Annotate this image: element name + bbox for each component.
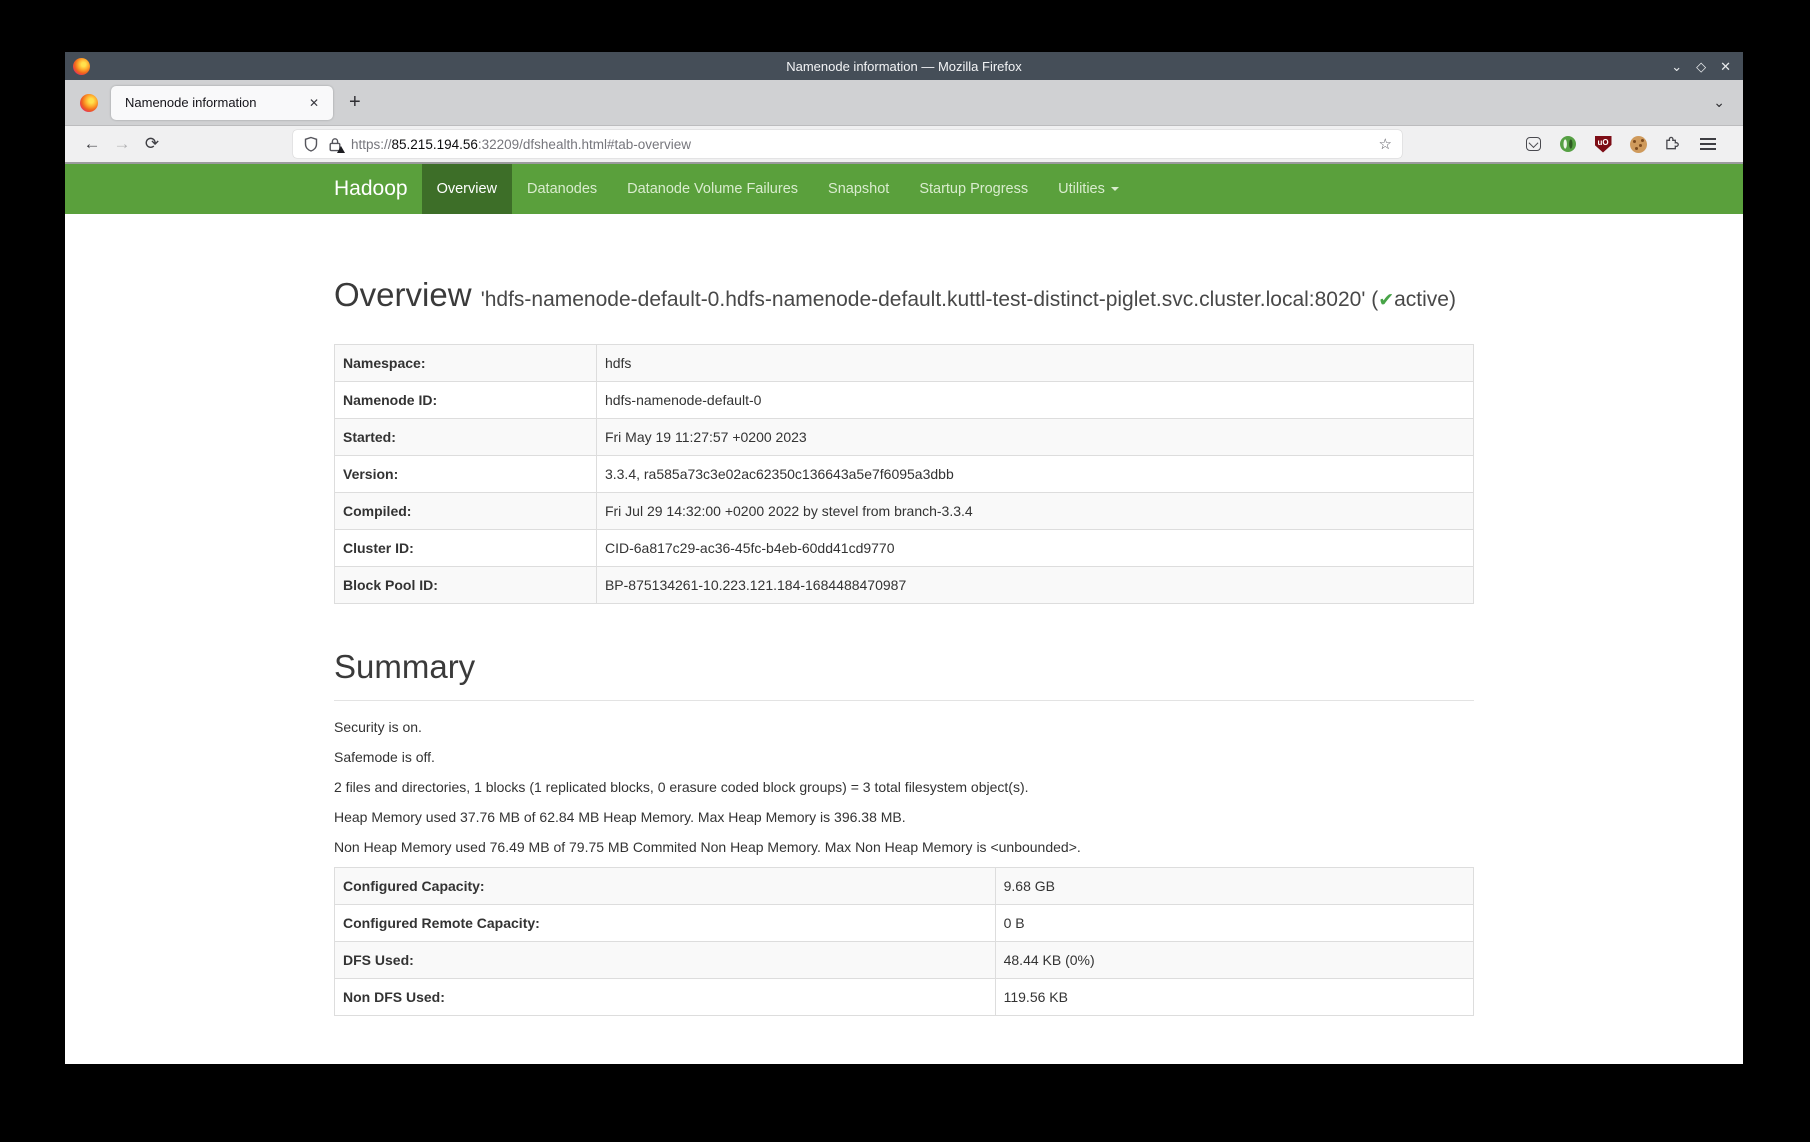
- table-row: DFS Used: 48.44 KB (0%): [335, 942, 1474, 979]
- extensions-puzzle-icon[interactable]: [1662, 133, 1684, 155]
- list-all-tabs-icon[interactable]: ⌄: [1713, 94, 1725, 111]
- row-value: hdfs-namenode-default-0: [596, 382, 1473, 419]
- summary-line: Heap Memory used 37.76 MB of 62.84 MB He…: [334, 807, 1474, 827]
- table-row: Configured Capacity: 9.68 GB: [335, 868, 1474, 905]
- table-row: Configured Remote Capacity: 0 B: [335, 905, 1474, 942]
- table-row: Block Pool ID: BP-875134261-10.223.121.1…: [335, 567, 1474, 604]
- back-button[interactable]: ←: [77, 134, 107, 154]
- row-value: Fri May 19 11:27:57 +0200 2023: [596, 419, 1473, 456]
- table-row: Compiled: Fri Jul 29 14:32:00 +0200 2022…: [335, 493, 1474, 530]
- forward-button: →: [107, 134, 137, 154]
- row-value: 9.68 GB: [995, 868, 1473, 905]
- nav-item-utilities[interactable]: Utilities: [1043, 164, 1134, 214]
- hadoop-nav: Overview Datanodes Datanode Volume Failu…: [422, 164, 1044, 214]
- page-viewport: Hadoop Overview Datanodes Datanode Volum…: [65, 164, 1743, 1064]
- row-label: Configured Remote Capacity:: [335, 905, 996, 942]
- row-value: BP-875134261-10.223.121.184-168448847098…: [596, 567, 1473, 604]
- summary-heading: Summary: [334, 644, 1474, 690]
- window-title: Namenode information — Mozilla Firefox: [65, 59, 1743, 74]
- bookmark-star-icon[interactable]: ☆: [1379, 135, 1392, 153]
- summary-line: Non Heap Memory used 76.49 MB of 79.75 M…: [334, 837, 1474, 857]
- active-state: active: [1394, 288, 1449, 311]
- namenode-address: 'hdfs-namenode-default-0.hdfs-namenode-d…: [481, 288, 1456, 311]
- extension-green-icon[interactable]: [1557, 133, 1579, 155]
- row-value: 48.44 KB (0%): [995, 942, 1473, 979]
- address-bar[interactable]: https://85.215.194.56:32209/dfshealth.ht…: [293, 130, 1402, 158]
- firefox-window: Namenode information — Mozilla Firefox ⌄…: [65, 52, 1743, 1064]
- summary-text: Security is on. Safemode is off. 2 files…: [334, 717, 1474, 857]
- row-label: Block Pool ID:: [335, 567, 597, 604]
- cookie-extension-icon[interactable]: [1627, 133, 1649, 155]
- row-value: 119.56 KB: [995, 979, 1473, 1016]
- row-label: Cluster ID:: [335, 530, 597, 567]
- ublock-origin-icon[interactable]: uO: [1592, 133, 1614, 155]
- summary-divider: [334, 700, 1474, 701]
- row-value: 0 B: [995, 905, 1473, 942]
- hadoop-brand[interactable]: Hadoop: [334, 164, 422, 214]
- summary-line: Security is on.: [334, 717, 1474, 737]
- hadoop-navbar: Hadoop Overview Datanodes Datanode Volum…: [65, 164, 1743, 214]
- row-label: Configured Capacity:: [335, 868, 996, 905]
- row-value: 3.3.4, ra585a73c3e02ac62350c136643a5e7f6…: [596, 456, 1473, 493]
- hadoop-nav-item[interactable]: Datanodes: [512, 164, 612, 214]
- table-row: Version: 3.3.4, ra585a73c3e02ac62350c136…: [335, 456, 1474, 493]
- url-toolbar: ← → ⟳ https://85.215.194.56:32209/dfshea…: [65, 126, 1743, 164]
- table-row: Cluster ID: CID-6a817c29-ac36-45fc-b4eb-…: [335, 530, 1474, 567]
- url-text: https://85.215.194.56:32209/dfshealth.ht…: [351, 137, 1371, 152]
- reload-button[interactable]: ⟳: [137, 134, 167, 154]
- certificate-warning-icon: [337, 146, 345, 153]
- new-tab-button[interactable]: +: [349, 91, 361, 114]
- row-label: Started:: [335, 419, 597, 456]
- minimize-button[interactable]: ⌄: [1671, 60, 1682, 73]
- url-host: 85.215.194.56: [392, 137, 478, 152]
- tab-strip: Namenode information ✕ + ⌄: [65, 80, 1743, 126]
- hadoop-nav-item[interactable]: Overview: [422, 164, 512, 214]
- row-label: DFS Used:: [335, 942, 996, 979]
- summary-line: Safemode is off.: [334, 747, 1474, 767]
- lock-insecure-icon[interactable]: [328, 137, 342, 152]
- row-value: hdfs: [596, 345, 1473, 382]
- row-label: Namenode ID:: [335, 382, 597, 419]
- tab-title: Namenode information: [125, 95, 305, 110]
- capacity-table: Configured Capacity: 9.68 GB Configured …: [334, 867, 1474, 1016]
- cluster-info-table: Namespace: hdfs Namenode ID: hdfs-nameno…: [334, 344, 1474, 604]
- shield-permissions-icon[interactable]: [303, 136, 319, 152]
- row-label: Compiled:: [335, 493, 597, 530]
- caret-down-icon: [1111, 187, 1119, 191]
- hadoop-nav-item[interactable]: Snapshot: [813, 164, 904, 214]
- active-check-icon: ✔: [1378, 290, 1394, 311]
- row-label: Namespace:: [335, 345, 597, 382]
- table-row: Non DFS Used: 119.56 KB: [335, 979, 1474, 1016]
- save-to-pocket-icon[interactable]: [1522, 133, 1544, 155]
- desktop-background: Namenode information — Mozilla Firefox ⌄…: [0, 0, 1810, 1142]
- summary-line: 2 files and directories, 1 blocks (1 rep…: [334, 777, 1474, 797]
- tab-close-icon[interactable]: ✕: [305, 94, 323, 112]
- close-button[interactable]: ✕: [1720, 60, 1731, 73]
- window-titlebar: Namenode information — Mozilla Firefox ⌄…: [65, 52, 1743, 80]
- browser-tab[interactable]: Namenode information ✕: [111, 86, 333, 120]
- hadoop-nav-item[interactable]: Datanode Volume Failures: [612, 164, 813, 214]
- row-label: Version:: [335, 456, 597, 493]
- menu-hamburger-icon[interactable]: [1697, 133, 1719, 155]
- table-row: Namenode ID: hdfs-namenode-default-0: [335, 382, 1474, 419]
- overview-heading: Overview 'hdfs-namenode-default-0.hdfs-n…: [334, 272, 1474, 318]
- row-label: Non DFS Used:: [335, 979, 996, 1016]
- row-value: Fri Jul 29 14:32:00 +0200 2022 by stevel…: [596, 493, 1473, 530]
- firefox-logo-icon: [73, 58, 90, 75]
- firefox-icon: [80, 94, 98, 112]
- table-row: Namespace: hdfs: [335, 345, 1474, 382]
- maximize-button[interactable]: ◇: [1696, 60, 1706, 73]
- hadoop-nav-item[interactable]: Startup Progress: [904, 164, 1043, 214]
- row-value: CID-6a817c29-ac36-45fc-b4eb-60dd41cd9770: [596, 530, 1473, 567]
- table-row: Started: Fri May 19 11:27:57 +0200 2023: [335, 419, 1474, 456]
